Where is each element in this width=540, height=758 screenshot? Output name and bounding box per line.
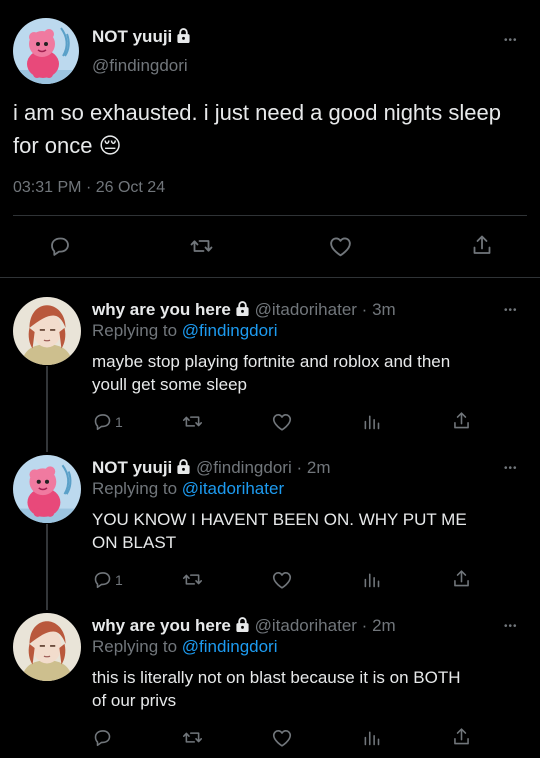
retweet-icon	[181, 411, 204, 432]
reply-text-line: youll get some sleep	[92, 375, 247, 394]
lock-icon	[176, 458, 191, 475]
analytics-icon	[361, 569, 382, 590]
replying-label: Replying to	[92, 479, 178, 498]
lock-icon	[176, 27, 191, 44]
separator: ·	[85, 179, 92, 196]
replying-to: Replying to @findingdori	[92, 321, 278, 341]
reply-icon	[92, 411, 113, 432]
share-icon	[470, 233, 494, 258]
reply-text-line: of our privs	[92, 691, 177, 710]
analytics-button[interactable]	[361, 727, 382, 748]
share-button[interactable]	[470, 233, 494, 258]
tweet-text: i am so exhausted. i just need a good ni…	[13, 100, 501, 158]
reply-icon	[92, 569, 113, 590]
like-button[interactable]	[271, 411, 293, 433]
handle[interactable]: @findingdori	[196, 458, 292, 477]
tweet-text-block: i am so exhausted. i just need a good ni…	[13, 96, 523, 162]
avatar[interactable]	[13, 18, 79, 84]
like-icon	[271, 411, 293, 433]
retweet-button[interactable]	[181, 411, 204, 432]
reply-text: maybe stop playing fortnite and roblox a…	[92, 350, 450, 396]
tweet-date[interactable]: 26 Oct 24	[96, 179, 165, 196]
separator: ·	[361, 616, 368, 635]
reply-text: this is literally not on blast because i…	[92, 666, 461, 712]
replying-label: Replying to	[92, 637, 178, 656]
lock-icon	[235, 300, 250, 317]
mention-link[interactable]: @findingdori	[182, 637, 278, 656]
retweet-icon	[189, 234, 214, 258]
more-icon[interactable]: •••	[504, 622, 518, 632]
replying-to: Replying to @findingdori	[92, 637, 278, 657]
analytics-button[interactable]	[361, 569, 382, 590]
reply-header: why are you here @itadorihater · 3m	[92, 300, 396, 320]
thread-line	[46, 524, 48, 610]
more-icon[interactable]: •••	[504, 36, 518, 46]
like-button[interactable]	[271, 569, 293, 591]
analytics-icon	[361, 727, 382, 748]
more-icon[interactable]: •••	[504, 464, 518, 474]
analytics-icon	[361, 411, 382, 432]
tweet-age[interactable]: 2m	[307, 458, 331, 477]
tweet-age[interactable]: 2m	[372, 616, 396, 635]
handle[interactable]: @itadorihater	[255, 616, 357, 635]
reply-button[interactable]	[92, 727, 113, 748]
reply-text-line: this is literally not on blast because i…	[92, 668, 461, 687]
display-name-row: NOT yuuji	[92, 27, 191, 47]
retweet-icon	[181, 727, 204, 748]
more-icon[interactable]: •••	[504, 306, 518, 316]
avatar[interactable]	[13, 455, 81, 523]
reply-text-line: ON BLAST	[92, 533, 177, 552]
like-icon	[271, 727, 293, 749]
retweet-button[interactable]	[181, 569, 204, 590]
analytics-button[interactable]	[361, 411, 382, 432]
reply-button[interactable]	[48, 234, 72, 258]
replying-label: Replying to	[92, 321, 178, 340]
tweet-age[interactable]: 3m	[372, 300, 396, 319]
display-name[interactable]: NOT yuuji	[92, 458, 172, 477]
reply-button[interactable]: 1	[92, 411, 123, 432]
display-name[interactable]: why are you here	[92, 300, 231, 319]
avatar[interactable]	[13, 297, 81, 365]
avatar[interactable]	[13, 613, 81, 681]
divider	[0, 277, 540, 278]
tweet-time[interactable]: 03:31 PM	[13, 179, 81, 196]
separator: ·	[361, 300, 368, 319]
reply-icon	[48, 234, 72, 258]
reply-header: why are you here @itadorihater · 2m	[92, 616, 396, 636]
handle[interactable]: @findingdori	[92, 56, 188, 76]
reply-button[interactable]: 1	[92, 569, 123, 590]
mention-link[interactable]: @itadorihater	[182, 479, 284, 498]
mention-link[interactable]: @findingdori	[182, 321, 278, 340]
reply-text-line: YOU KNOW I HAVENT BEEN ON. WHY PUT ME	[92, 510, 467, 529]
reply-text-line: maybe stop playing fortnite and roblox a…	[92, 352, 451, 371]
lock-icon	[235, 616, 250, 633]
replying-to: Replying to @itadorihater	[92, 479, 284, 499]
timestamp: 03:31 PM · 26 Oct 24	[13, 179, 165, 197]
reply-count: 1	[115, 413, 123, 430]
like-icon	[271, 569, 293, 591]
retweet-button[interactable]	[189, 234, 214, 258]
share-button[interactable]	[451, 726, 472, 748]
separator: ·	[296, 458, 303, 477]
reply-text: YOU KNOW I HAVENT BEEN ON. WHY PUT ME ON…	[92, 508, 467, 554]
thread-line	[46, 366, 48, 452]
share-icon	[451, 568, 472, 590]
share-icon	[451, 410, 472, 432]
like-icon	[328, 234, 353, 259]
share-icon	[451, 726, 472, 748]
emoji: 😔	[98, 133, 122, 158]
like-button[interactable]	[271, 727, 293, 749]
retweet-icon	[181, 569, 204, 590]
reply-icon	[92, 727, 113, 748]
like-button[interactable]	[328, 234, 353, 259]
retweet-button[interactable]	[181, 727, 204, 748]
display-name[interactable]: NOT yuuji	[92, 27, 172, 46]
divider	[13, 215, 527, 216]
display-name[interactable]: why are you here	[92, 616, 231, 635]
reply-count: 1	[115, 571, 123, 588]
reply-header: NOT yuuji @findingdori · 2m	[92, 458, 330, 478]
handle[interactable]: @itadorihater	[255, 300, 357, 319]
share-button[interactable]	[451, 568, 472, 590]
share-button[interactable]	[451, 410, 472, 432]
